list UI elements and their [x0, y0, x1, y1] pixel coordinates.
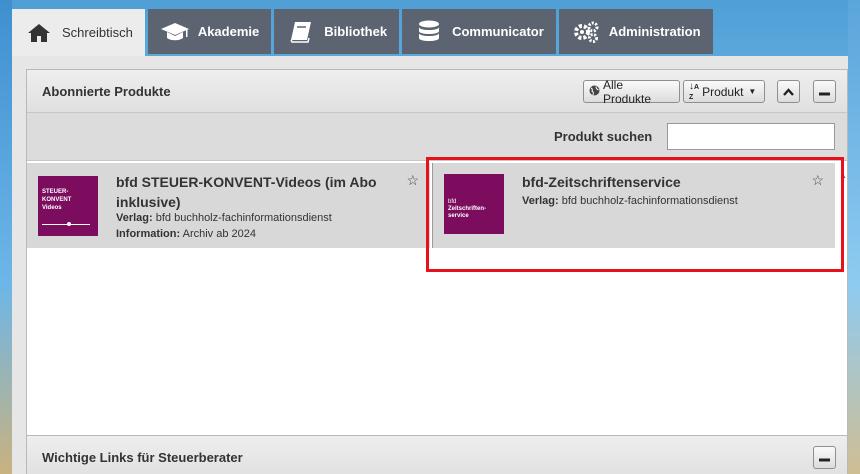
- favorite-star-icon[interactable]: ☆: [811, 172, 824, 189]
- tab-label: Bibliothek: [324, 24, 388, 39]
- graduation-cap-icon: [160, 20, 190, 44]
- tab-administration[interactable]: Administration: [558, 9, 713, 54]
- background-left: [0, 0, 12, 474]
- sort-alpha-icon: ↓A Z: [689, 80, 700, 101]
- product-search-input[interactable]: [667, 123, 835, 150]
- all-products-button[interactable]: Alle Produkte: [583, 77, 680, 106]
- information-label: Information:: [116, 228, 181, 240]
- publisher-label: Verlag:: [116, 212, 153, 224]
- logo-text: Videos: [42, 205, 62, 211]
- globe-icon: [589, 85, 600, 99]
- panel-title: Abonnierte Produkte: [42, 84, 171, 99]
- sort-label: Produkt: [702, 84, 744, 99]
- logo-text: service: [448, 213, 469, 219]
- product-title[interactable]: bfd-Zeitschriftenservice: [522, 172, 792, 192]
- product-information: Information: Archiv ab 2024: [116, 228, 256, 240]
- tab-schreibtisch[interactable]: Schreibtisch: [12, 9, 145, 56]
- minus-icon: [819, 451, 830, 465]
- product-logo: STEUER- KONVENT Videos: [38, 176, 98, 236]
- minus-icon: [819, 85, 830, 99]
- minimize-button[interactable]: [813, 446, 836, 469]
- main-tabs: Schreibtisch Akademie Bibliothek Communi…: [12, 9, 713, 56]
- information-value: Archiv ab 2024: [182, 228, 257, 240]
- product-logo: bfd Zeitschriften- service: [444, 174, 504, 234]
- book-icon: [286, 20, 316, 44]
- publisher-label: Verlag:: [522, 195, 559, 207]
- chevron-up-icon: [783, 85, 794, 99]
- product-publisher: Verlag: bfd buchholz-fachinformationsdie…: [522, 195, 738, 207]
- product-card-zeitschriftenservice[interactable]: bfd Zeitschriften- service bfd-Zeitschri…: [432, 163, 835, 248]
- product-search-bar: Produkt suchen: [27, 113, 847, 161]
- product-card-steuer-konvent[interactable]: STEUER- KONVENT Videos bfd STEUER-KONVEN…: [27, 163, 430, 248]
- all-products-label: Alle Produkte: [603, 77, 652, 106]
- panel-header: Abonnierte Produkte Alle Produkte ↓A Z Pr…: [27, 70, 847, 113]
- panel-title: Wichtige Links für Steuerberater: [42, 450, 243, 465]
- tab-label: Administration: [608, 24, 701, 39]
- tab-label: Communicator: [452, 24, 544, 39]
- logo-dot: [67, 222, 71, 226]
- sort-product-button[interactable]: ↓A Z Produkt ▼: [683, 80, 765, 103]
- tab-akademie[interactable]: Akademie: [147, 9, 272, 54]
- search-label: Produkt suchen: [554, 129, 653, 144]
- logo-line: [42, 224, 90, 225]
- gears-icon: [571, 20, 601, 44]
- database-icon: [414, 20, 444, 44]
- tab-communicator[interactable]: Communicator: [402, 9, 556, 54]
- product-list: STEUER- KONVENT Videos bfd STEUER-KONVEN…: [27, 163, 849, 468]
- favorite-star-icon[interactable]: ☆: [406, 172, 419, 189]
- logo-text: STEUER-: [42, 189, 69, 195]
- product-title[interactable]: bfd STEUER-KONVENT-Videos (im Abo inklus…: [116, 172, 386, 212]
- publisher-value: bfd buchholz-fachinformationsdienst: [155, 212, 332, 224]
- important-links-panel: Wichtige Links für Steuerberater: [26, 435, 848, 474]
- collapse-up-button[interactable]: [777, 80, 800, 103]
- home-icon: [24, 21, 54, 45]
- scroll-up-arrow-icon[interactable]: ▲: [839, 171, 847, 180]
- tab-label: Schreibtisch: [62, 25, 133, 40]
- background-right: [848, 0, 860, 474]
- logo-text: KONVENT: [42, 197, 72, 203]
- publisher-value: bfd buchholz-fachinformationsdienst: [561, 195, 738, 207]
- product-publisher: Verlag: bfd buchholz-fachinformationsdie…: [116, 212, 332, 224]
- tab-label: Akademie: [197, 24, 260, 39]
- caret-down-icon: ▼: [748, 87, 757, 96]
- tab-bibliothek[interactable]: Bibliothek: [274, 9, 400, 54]
- minimize-button[interactable]: [813, 80, 836, 103]
- desktop-area: Abonnierte Produkte Alle Produkte ↓A Z Pr…: [12, 56, 848, 474]
- subscribed-products-panel: Abonnierte Produkte Alle Produkte ↓A Z Pr…: [26, 69, 848, 472]
